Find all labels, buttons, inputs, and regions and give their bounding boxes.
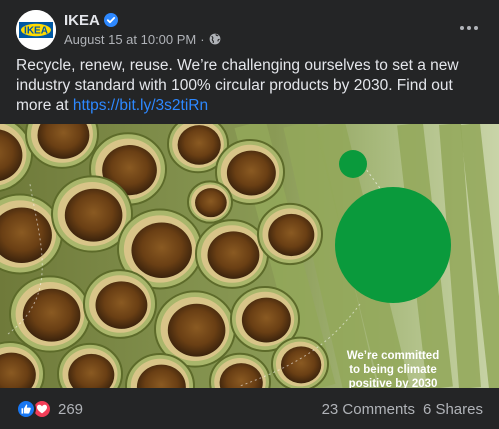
reaction-count: 269: [58, 400, 84, 418]
more-dot-icon: [474, 26, 478, 30]
bamboo-tube: [257, 202, 323, 266]
bamboo-tube: [9, 275, 91, 353]
post-timestamp[interactable]: August 15 at 10:00 PM: [64, 32, 196, 47]
page-name-row: IKEA: [64, 10, 118, 30]
shares-count[interactable]: 6 Shares: [423, 401, 483, 418]
post-text: Recycle, renew, reuse. We’re challenging…: [16, 56, 486, 116]
page-avatar[interactable]: IKEA: [16, 10, 56, 50]
post-image[interactable]: We’re committed to being climate positiv…: [0, 124, 499, 388]
meta-separator: ·: [200, 31, 205, 47]
logo-text: IKEA: [24, 26, 48, 37]
bamboo-tube: [83, 269, 157, 339]
caption-bubble: [335, 187, 451, 303]
verified-badge-icon: [103, 13, 118, 27]
ikea-logo: IKEA: [16, 10, 56, 50]
engagement-counts: 23 Comments 6 Shares: [322, 399, 483, 419]
bamboo-tube: [271, 336, 329, 388]
engagement-bar: 269 23 Comments 6 Shares: [0, 388, 499, 429]
more-dot-icon: [467, 26, 471, 30]
comments-count[interactable]: 23 Comments: [322, 401, 415, 418]
more-options-button[interactable]: [455, 14, 483, 42]
post-link[interactable]: https://bit.ly/3s2tiRn: [73, 97, 208, 114]
bamboo-tube: [195, 219, 269, 289]
like-icon: [16, 399, 36, 419]
reactions-summary[interactable]: 269: [16, 399, 83, 419]
page-name[interactable]: IKEA: [64, 12, 100, 29]
facebook-post: IKEA IKEA August 15 at 10:00 PM · Recycl…: [0, 0, 499, 429]
image-caption: We’re committed to being climate positiv…: [346, 350, 440, 388]
post-meta: August 15 at 10:00 PM ·: [64, 31, 221, 47]
bamboo-tube: [187, 180, 233, 224]
more-dot-icon: [460, 26, 464, 30]
post-header: IKEA IKEA August 15 at 10:00 PM ·: [0, 0, 499, 56]
small-green-dot: [339, 150, 367, 178]
globe-icon: [209, 33, 221, 45]
